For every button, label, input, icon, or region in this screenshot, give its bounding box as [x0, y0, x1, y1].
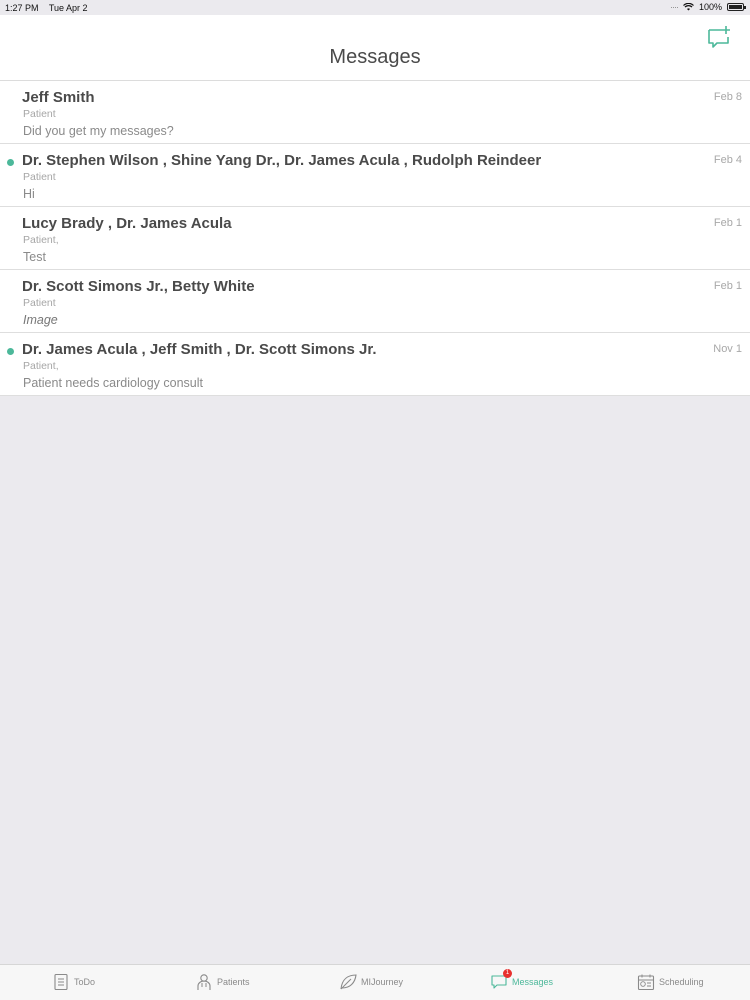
- conversation-list: Jeff Smith Patient Did you get my messages…: [0, 81, 750, 396]
- leaf-icon: [340, 974, 357, 990]
- messages-icon-wrap: 1: [490, 969, 512, 991]
- page-title: Messages: [329, 46, 421, 68]
- conversation-date: Feb 4: [713, 154, 742, 166]
- tab-mijourney-label: MIJourney: [361, 977, 404, 987]
- tab-messages-label: Messages: [512, 977, 554, 987]
- calendar-clock-icon: [637, 974, 655, 991]
- conversation-row[interactable]: Dr. James Acula , Jeff Smith , Dr. Scott…: [0, 333, 750, 396]
- patient-icon: [197, 974, 211, 990]
- tab-todo-label: ToDo: [74, 977, 96, 987]
- tab-scheduling[interactable]: Scheduling: [637, 973, 704, 991]
- unread-indicator: [7, 348, 14, 355]
- conversation-row[interactable]: Lucy Brady , Dr. James Acula Patient, Test…: [0, 207, 750, 270]
- conversation-participants: Dr. James Acula , Jeff Smith , Dr. Scott…: [22, 341, 377, 358]
- conversation-preview: Patient needs cardiology consult: [23, 376, 203, 390]
- conversation-date: Nov 1: [713, 343, 742, 355]
- battery-icon: [727, 3, 746, 11]
- nav-header: Messages: [0, 15, 750, 81]
- status-date: Tue Apr 2: [48, 3, 88, 13]
- conversation-preview: Image: [23, 313, 58, 327]
- status-left: 1:27 PM Tue Apr 2: [5, 3, 96, 13]
- conversation-date: Feb 1: [713, 280, 742, 292]
- signal-dots-icon: ····: [669, 2, 679, 12]
- conversation-participants: Dr. Stephen Wilson , Shine Yang Dr., Dr.…: [22, 152, 542, 169]
- tab-patients-label: Patients: [217, 977, 250, 987]
- todo-list-icon: [54, 973, 68, 991]
- conversation-participants: Jeff Smith: [22, 89, 95, 106]
- tab-patients[interactable]: Patients: [195, 973, 250, 991]
- status-time: 1:27 PM: [5, 3, 39, 13]
- conversation-participants: Lucy Brady , Dr. James Acula: [22, 215, 232, 232]
- conversation-role: Patient,: [23, 234, 59, 246]
- wifi-icon: [683, 2, 694, 10]
- conversation-role: Patient: [23, 297, 56, 309]
- messages-badge: 1: [503, 969, 512, 978]
- status-right: ···· 100%: [669, 2, 746, 12]
- tab-messages[interactable]: 1 Messages: [490, 969, 554, 991]
- conversation-role: Patient: [23, 171, 56, 183]
- tab-bar: ToDo Patients MIJourney 1 Messages Sched…: [0, 964, 750, 1000]
- conversation-preview: Did you get my messages?: [23, 124, 174, 138]
- conversation-preview: Hi: [23, 187, 35, 201]
- status-bar: 1:27 PM Tue Apr 2 ···· 100%: [0, 0, 750, 15]
- conversation-preview: Test: [23, 250, 46, 264]
- conversation-participants: Dr. Scott Simons Jr., Betty White: [22, 278, 255, 295]
- conversation-date: Feb 1: [713, 217, 742, 229]
- tab-scheduling-label: Scheduling: [659, 977, 704, 987]
- conversation-role: Patient: [23, 108, 56, 120]
- tab-todo[interactable]: ToDo: [52, 973, 95, 991]
- conversation-role: Patient,: [23, 360, 59, 372]
- conversation-date: Feb 8: [713, 91, 742, 103]
- conversation-row[interactable]: Dr. Scott Simons Jr., Betty White Patient…: [0, 270, 750, 333]
- battery-percent: 100%: [698, 2, 722, 12]
- unread-indicator: [7, 159, 14, 166]
- conversation-row[interactable]: Jeff Smith Patient Did you get my messages…: [0, 81, 750, 144]
- tab-mijourney[interactable]: MIJourney: [339, 973, 403, 991]
- conversation-row[interactable]: Dr. Stephen Wilson , Shine Yang Dr., Dr.…: [0, 144, 750, 207]
